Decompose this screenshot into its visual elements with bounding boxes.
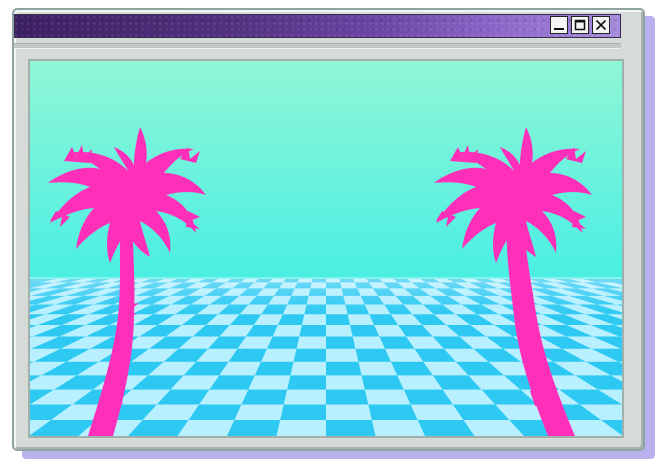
window-divider (14, 43, 621, 49)
minimize-icon (554, 28, 564, 30)
floor-tile (234, 404, 284, 421)
vaporwave-scene (30, 61, 622, 436)
floor-tile (296, 336, 326, 349)
close-icon (595, 19, 607, 31)
floor-tile (248, 375, 291, 390)
floor-tile (326, 348, 359, 362)
image-viewport (28, 59, 624, 438)
floor-tile (371, 420, 425, 436)
floor-tile (326, 404, 372, 421)
floor-tile (276, 420, 326, 436)
floor-tile (358, 361, 398, 376)
title-bar[interactable] (14, 14, 621, 38)
floor-tile (326, 324, 353, 337)
floor-tile (261, 348, 297, 362)
floor-tile (326, 375, 365, 390)
maximize-button[interactable] (571, 16, 589, 34)
maximize-icon (574, 19, 586, 31)
floor-tile (283, 389, 326, 405)
minimize-button[interactable] (550, 16, 568, 34)
floor-tile (290, 361, 326, 376)
floor-tile (364, 389, 411, 405)
close-button[interactable] (592, 16, 610, 34)
floor-tile (352, 336, 385, 349)
